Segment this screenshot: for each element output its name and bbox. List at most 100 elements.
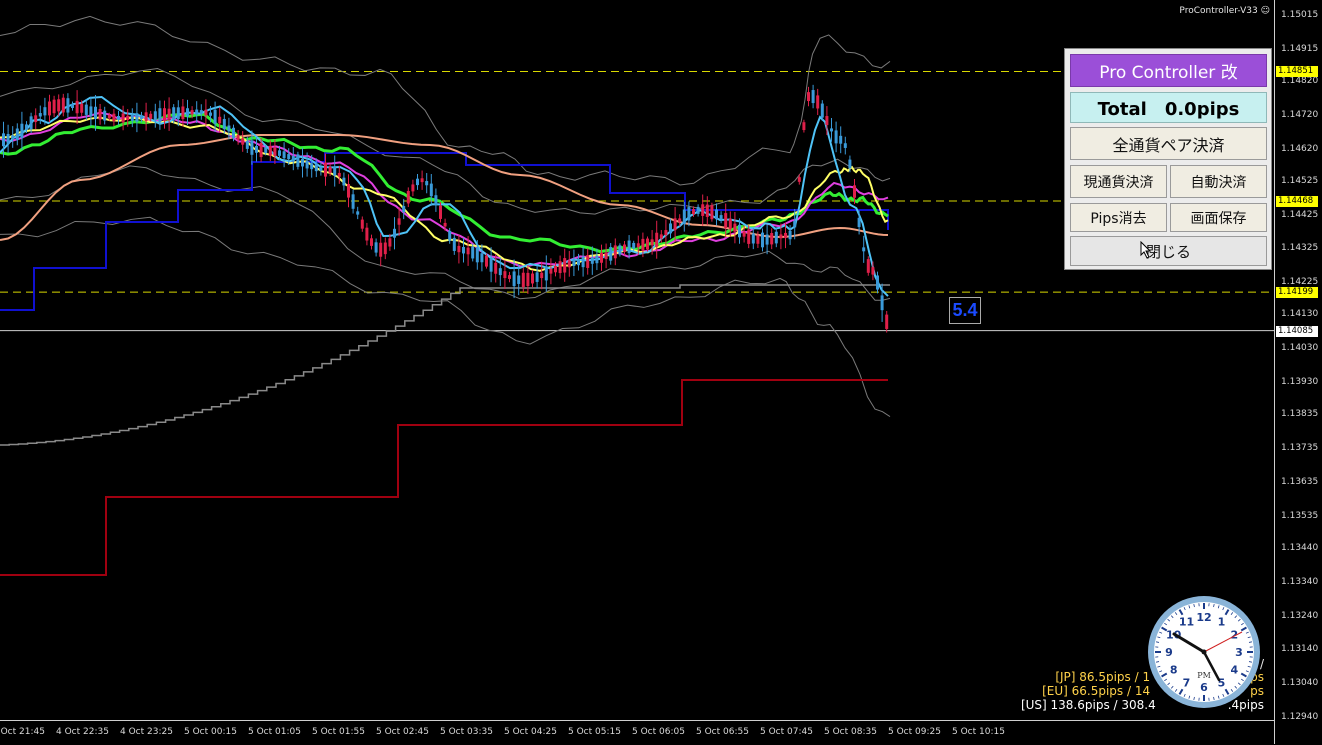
candle-body [273, 148, 276, 156]
candle-body [729, 219, 732, 229]
clock-number: 7 [1183, 676, 1191, 689]
candle-body [876, 275, 879, 289]
close-current-pair-button[interactable]: 現通貨決済 [1070, 165, 1167, 198]
candle-body [545, 266, 548, 280]
candle-body [149, 114, 152, 119]
time-axis-label: 5 Oct 10:15 [952, 727, 1005, 737]
total-pips-display: Total 0.0pips [1070, 92, 1267, 123]
auto-close-button[interactable]: 自動決済 [1170, 165, 1267, 198]
time-axis-label: 4 Oct 22:35 [56, 727, 109, 737]
candle-body [237, 135, 240, 140]
save-screen-button[interactable]: 画面保存 [1170, 203, 1267, 232]
candle-body [563, 258, 566, 272]
candle-body [881, 295, 884, 310]
candle-body [122, 113, 125, 122]
price-axis-label: 1.13735 [1281, 443, 1318, 453]
time-axis-label: 5 Oct 06:55 [696, 727, 749, 737]
price-axis-label: 1.13930 [1281, 377, 1318, 387]
candle-body [53, 100, 56, 114]
candle-body [62, 98, 65, 113]
candle-body [315, 164, 318, 171]
band-lower-inner [0, 166, 890, 300]
candle-body [283, 151, 286, 158]
price-axis-label: 1.13240 [1281, 611, 1318, 621]
price-axis-label: 1.13140 [1281, 644, 1318, 654]
price-axis-label: 1.13040 [1281, 678, 1318, 688]
candle-body [287, 154, 290, 159]
candle-body [204, 110, 207, 116]
candle-body [862, 247, 865, 251]
candle-body [609, 247, 612, 261]
ea-title: ProController-V33 ☺ [1179, 6, 1270, 16]
candle-body [614, 245, 617, 258]
candle-body [526, 273, 529, 286]
candle-body [434, 195, 437, 205]
time-axis-label: 5 Oct 08:35 [824, 727, 877, 737]
price-tag: 1.14199 [1276, 287, 1318, 298]
ea-title-text: ProController-V33 [1179, 6, 1257, 16]
candle-body [825, 116, 828, 125]
delete-pips-button[interactable]: Pips消去 [1070, 203, 1167, 232]
candle-body [802, 122, 805, 130]
candle-body [57, 99, 60, 111]
candle-body [480, 253, 483, 262]
clock-number: 4 [1230, 664, 1238, 677]
chart-window[interactable]: 1.150151.149151.148201.147201.146201.145… [0, 0, 1322, 744]
candle-body [697, 207, 700, 214]
candle-body [214, 110, 217, 124]
candle-body [384, 243, 387, 255]
candle-body [844, 143, 847, 148]
close-all-pairs-button[interactable]: 全通貨ペア決済 [1070, 127, 1267, 160]
candle-body [830, 128, 833, 131]
candle-body [352, 194, 355, 208]
candle-body [89, 106, 92, 116]
time-axis-label: 5 Oct 02:45 [376, 727, 429, 737]
candle-body [724, 213, 727, 228]
candle-body [664, 230, 667, 235]
candle-body [605, 253, 608, 259]
time-axis-label: 5 Oct 05:15 [568, 727, 621, 737]
candle-body [503, 271, 506, 278]
candle-body [191, 110, 194, 114]
candle-body [591, 258, 594, 264]
candle-body [168, 109, 171, 120]
candle-body [628, 241, 631, 254]
candle-body [131, 115, 134, 121]
clock-number: 12 [1196, 611, 1211, 624]
candle-body [407, 191, 410, 203]
candle-body [738, 225, 741, 238]
candle-body [158, 108, 161, 122]
candle-body [453, 238, 456, 251]
stats-eu-text: [EU] 66.5pips / 14 [1042, 684, 1150, 698]
candle-body [278, 150, 281, 156]
candle-body [85, 105, 88, 115]
candle-body [181, 106, 184, 119]
candle-body [600, 253, 603, 263]
candle-body [227, 126, 230, 132]
time-axis: 4 Oct 21:454 Oct 22:354 Oct 23:255 Oct 0… [0, 720, 1274, 745]
candle-body [402, 206, 405, 212]
clock-number: 8 [1170, 664, 1178, 677]
candle-body [112, 114, 115, 122]
candle-body [416, 179, 419, 185]
ma-fast [0, 97, 888, 296]
candle-body [444, 223, 447, 227]
candle-body [871, 267, 874, 274]
candle-body [338, 173, 341, 177]
candle-body [457, 246, 460, 252]
time-axis-label: 5 Oct 01:05 [248, 727, 301, 737]
candle-body [329, 167, 332, 173]
spread-display: 5.4 [949, 297, 981, 324]
exit-button[interactable]: 閉じる [1070, 236, 1267, 266]
time-axis-label: 5 Oct 04:25 [504, 727, 557, 737]
candle-body [66, 98, 69, 112]
stats-jp-text: [JP] 86.5pips / 1 [1055, 670, 1150, 684]
candle-body [775, 232, 778, 244]
candle-body [20, 124, 23, 138]
candle-body [853, 185, 856, 197]
time-axis-label: 5 Oct 09:25 [888, 727, 941, 737]
candle-body [706, 205, 709, 217]
candle-body [301, 159, 304, 167]
candle-body [618, 245, 621, 254]
candle-body [232, 128, 235, 138]
